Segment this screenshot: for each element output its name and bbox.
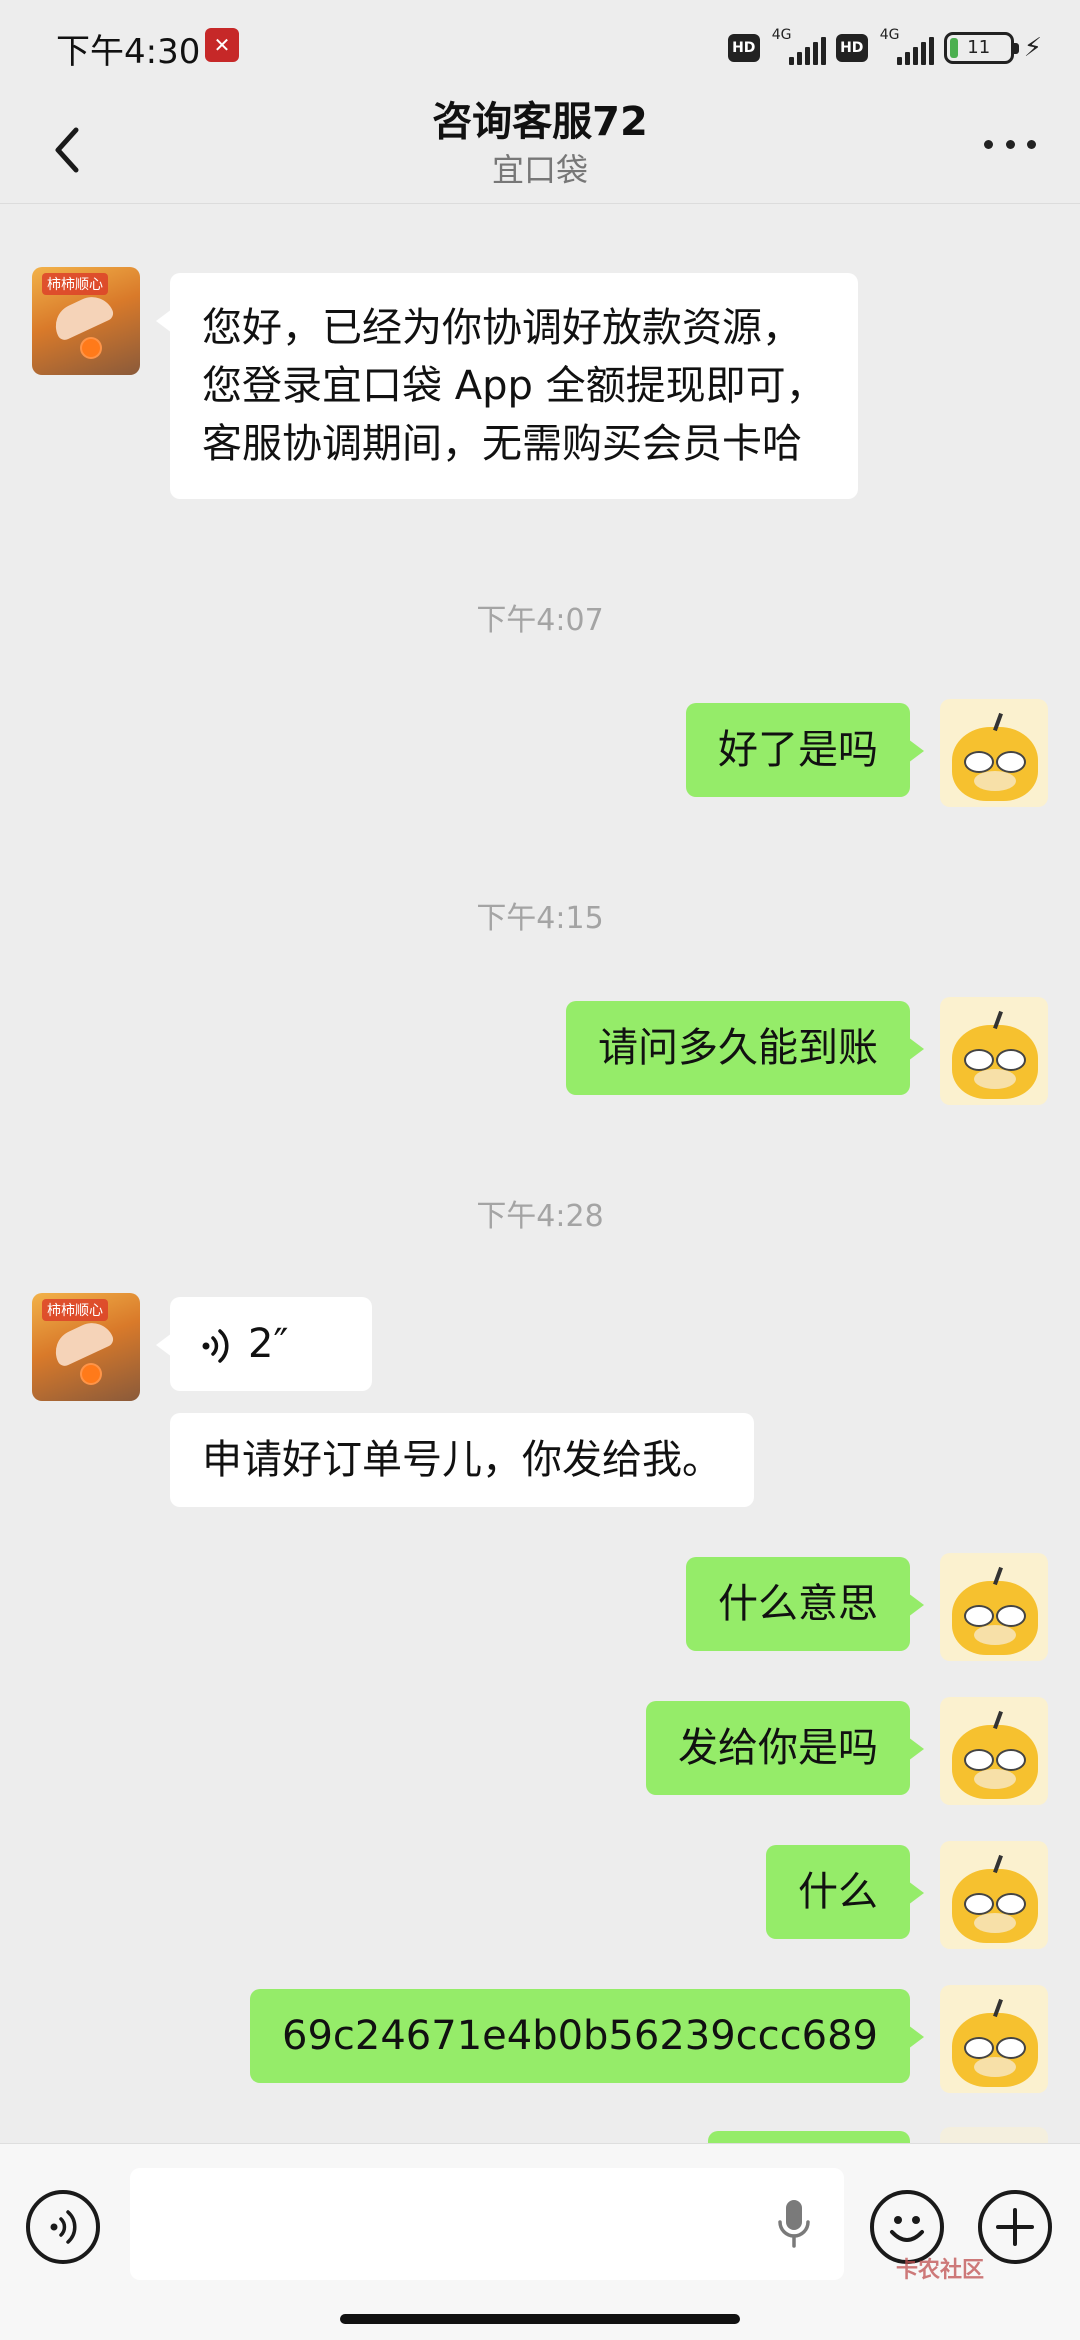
- mic-icon[interactable]: [774, 2196, 814, 2252]
- plus-icon: [996, 2208, 1034, 2246]
- hd-badge-2: HD: [835, 34, 868, 62]
- chat-subtitle: 宜口袋: [491, 151, 588, 189]
- agent-avatar[interactable]: 柿柿顺心: [32, 267, 140, 375]
- battery-level: 11: [967, 37, 991, 58]
- timestamp: 下午4:07: [476, 603, 604, 638]
- more-functions-button[interactable]: [978, 2190, 1052, 2264]
- message-bubble[interactable]: 发给你是吗: [646, 1701, 924, 1795]
- chat-title: 咨询客服72: [432, 99, 648, 145]
- message-bubble[interactable]: 请问多久能到账: [566, 1001, 924, 1095]
- user-avatar[interactable]: [940, 1985, 1048, 2093]
- user-avatar[interactable]: [940, 1553, 1048, 1661]
- timestamp: 下午4:15: [476, 901, 604, 936]
- message-bubble[interactable]: 什么: [766, 1845, 924, 1939]
- voice-icon: [202, 1329, 229, 1363]
- message-bubble[interactable]: 好了是吗: [686, 703, 924, 797]
- chat-header: 咨询客服72 宜口袋: [0, 92, 1080, 204]
- signal-icon-1: 4G: [770, 27, 826, 65]
- home-indicator[interactable]: [340, 2314, 740, 2324]
- user-avatar[interactable]: [940, 1841, 1048, 1949]
- input-bar: 卡农社区: [0, 2143, 1080, 2340]
- user-avatar[interactable]: [940, 1697, 1048, 1805]
- status-bar: 下午4:30 ✕ HD 4G HD 4G 11 ⚡: [0, 0, 1080, 92]
- status-indicators: HD 4G HD 4G 11 ⚡: [727, 27, 1042, 66]
- voice-message-bubble[interactable]: 2″: [156, 1297, 372, 1391]
- message-bubble[interactable]: 您好，已经为你协调好放款资源， 您登录宜口袋 App 全额提现即可， 客服协调期…: [156, 273, 858, 499]
- message-bubble[interactable]: 什么意思: [686, 1557, 924, 1651]
- timestamp: 下午4:28: [476, 1199, 604, 1234]
- charging-icon: ⚡: [1023, 33, 1042, 63]
- user-avatar[interactable]: [940, 997, 1048, 1105]
- watermark: 卡农社区: [896, 2258, 985, 2283]
- more-icon[interactable]: [984, 134, 1036, 154]
- notification-app-icon: ✕: [205, 28, 239, 62]
- voice-input-toggle-button[interactable]: [26, 2190, 100, 2264]
- message-text: 您登录宜口袋 App 全额提现即可，: [202, 363, 826, 409]
- message-list[interactable]: 柿柿顺心 您好，已经为你协调好放款资源， 您登录宜口袋 App 全额提现即可， …: [0, 205, 1080, 2143]
- hd-badge-1: HD: [727, 34, 760, 62]
- signal-icon-2: 4G: [878, 27, 934, 65]
- battery-icon: 11: [943, 32, 1019, 64]
- user-avatar[interactable]: [940, 699, 1048, 807]
- agent-avatar[interactable]: 柿柿顺心: [32, 1293, 140, 1401]
- emoji-icon: [890, 2216, 924, 2242]
- message-input[interactable]: [130, 2168, 844, 2280]
- message-bubble[interactable]: 69c24671e4b0b56239ccc689: [250, 1989, 924, 2083]
- message-text: 客服协调期间，无需购买会员卡哈: [202, 421, 802, 467]
- message-bubble[interactable]: 申请好订单号儿，你发给我。: [170, 1413, 754, 1507]
- voice-icon: [50, 2210, 77, 2244]
- message-text: 您好，已经为你协调好放款资源，: [202, 305, 802, 351]
- message-bubble-partial[interactable]: [708, 2131, 910, 2143]
- user-avatar[interactable]: [940, 2127, 1048, 2143]
- status-time: 下午4:30: [56, 32, 201, 72]
- voice-duration: 2″: [248, 1321, 289, 1367]
